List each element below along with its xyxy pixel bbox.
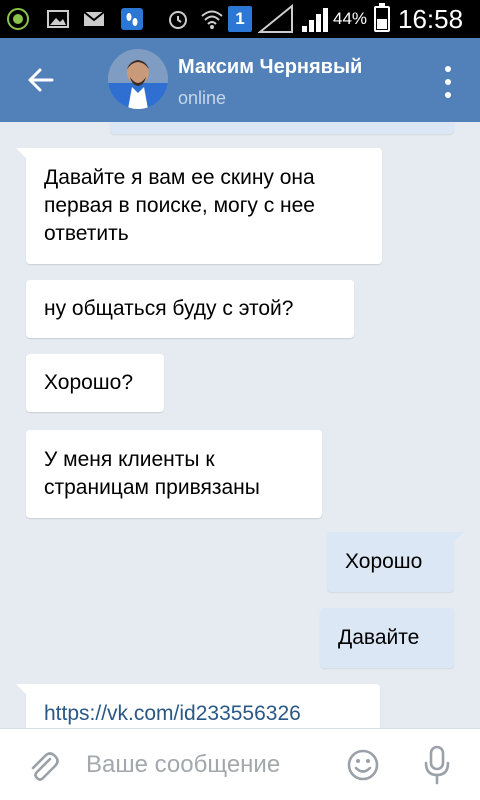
message-composer	[0, 728, 480, 800]
bubble-tail	[16, 148, 28, 160]
alarm-icon	[169, 11, 187, 29]
paperclip-icon[interactable]	[26, 749, 60, 785]
menu-dot	[445, 79, 451, 85]
chat-header: Максим Чернявый online	[0, 38, 480, 122]
bubble-tail	[452, 532, 464, 544]
app-icon	[7, 8, 29, 30]
signal-icon	[302, 8, 328, 32]
back-arrow-icon[interactable]	[22, 62, 62, 98]
message-bubble-incoming[interactable]: ну общаться буду с этой?	[26, 280, 354, 338]
avatar[interactable]	[108, 49, 168, 109]
message-list[interactable]: Давайте я вам ее скину она первая в поис…	[0, 122, 480, 728]
message-text: ну общаться буду с этой?	[44, 297, 294, 320]
message-bubble-outgoing[interactable]: Давайте	[320, 608, 454, 668]
status-bar: 1 44% 16:58	[0, 0, 480, 38]
mail-icon	[83, 11, 105, 26]
battery-icon	[374, 3, 390, 32]
message-text: Давайте я вам ее скину она первая в поис…	[44, 166, 315, 245]
message-text: Давайте	[338, 626, 420, 649]
battery-percent: 44%	[333, 9, 368, 28]
message-link[interactable]: https://vk.com/id233556326	[44, 700, 362, 728]
bubble-tail	[16, 684, 28, 696]
footprints-icon	[121, 8, 143, 30]
message-bubble-incoming[interactable]: https://vk.com/id233556326	[16, 684, 380, 728]
menu-dot	[445, 66, 451, 72]
clock: 16:58	[398, 4, 464, 34]
message-text: Хорошо	[345, 550, 423, 573]
gallery-icon	[47, 10, 69, 28]
message-bubble-incoming[interactable]: У меня клиенты к страницам привязаны	[26, 430, 322, 518]
avatar-image	[108, 49, 168, 109]
message-text: Хорошо?	[44, 371, 134, 394]
battery-fill	[377, 19, 387, 29]
signal-icon	[258, 4, 293, 33]
smiley-icon[interactable]	[346, 748, 380, 782]
message-text: У меня клиенты к страницам привязаны	[44, 448, 260, 499]
message-bubble-outgoing-partial	[110, 122, 454, 134]
message-bubble-incoming[interactable]: Хорошо?	[26, 354, 164, 412]
microphone-icon[interactable]	[422, 745, 452, 785]
message-input[interactable]	[86, 747, 336, 783]
notification-badge: 1	[228, 6, 252, 32]
wifi-icon	[201, 10, 223, 29]
contact-status: online	[178, 88, 227, 108]
more-vert-icon[interactable]	[436, 64, 460, 100]
message-bubble-incoming[interactable]: Давайте я вам ее скину она первая в поис…	[16, 148, 382, 264]
message-bubble-outgoing[interactable]: Хорошо	[327, 532, 464, 592]
menu-dot	[445, 92, 451, 98]
contact-name[interactable]: Максим Чернявый	[178, 56, 362, 79]
